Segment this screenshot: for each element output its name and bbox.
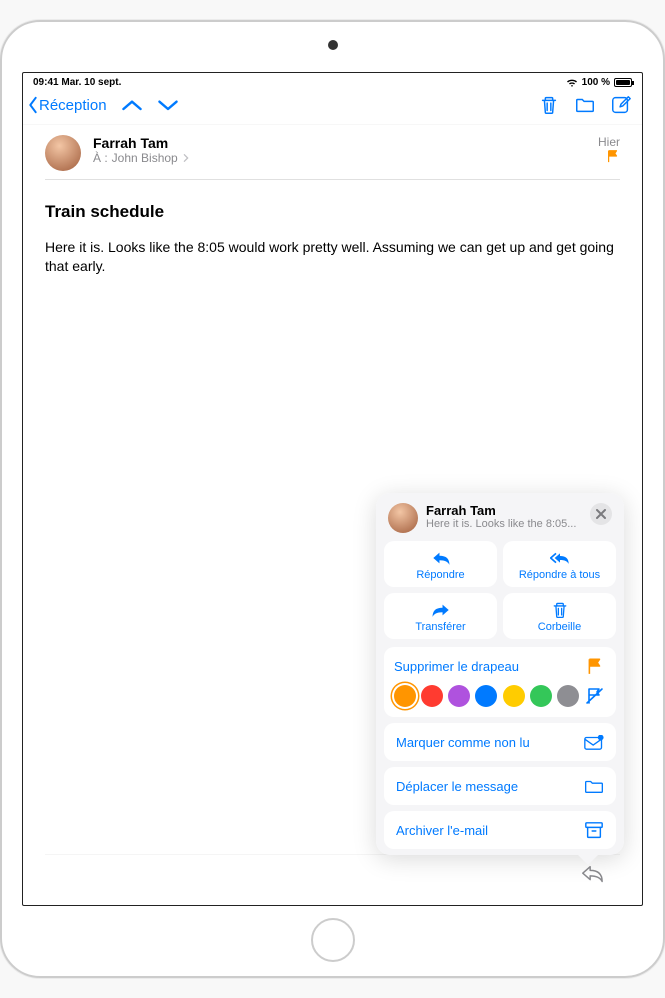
message-body: Here it is. Looks like the 8:05 would wo… — [45, 238, 620, 276]
flag-color-option[interactable] — [421, 685, 443, 707]
status-time: 09:41 — [33, 77, 59, 88]
chevron-left-icon — [27, 96, 39, 114]
flag-color-option[interactable] — [503, 685, 525, 707]
compose-icon — [610, 94, 632, 116]
reply-all-icon — [550, 549, 570, 567]
envelope-badge-icon — [584, 733, 604, 751]
forward-label: Transférer — [415, 621, 465, 633]
battery-icon — [614, 78, 632, 87]
next-message-button[interactable] — [157, 94, 179, 116]
delete-button[interactable] — [538, 94, 560, 116]
folder-icon — [584, 777, 604, 795]
remove-flag-button[interactable]: Supprimer le drapeau — [394, 657, 606, 675]
popup-sender-avatar — [388, 503, 418, 533]
prev-message-button[interactable] — [121, 94, 143, 116]
move-button[interactable] — [574, 94, 596, 116]
flag-color-option[interactable] — [448, 685, 470, 707]
forward-icon — [431, 601, 451, 619]
recipient-name: John Bishop — [112, 151, 178, 165]
back-button[interactable]: Réception — [27, 96, 107, 114]
message-header: Farrah Tam À : John Bishop Hier — [45, 135, 620, 180]
front-camera — [328, 40, 338, 50]
trash-button[interactable]: Corbeille — [503, 593, 616, 639]
reply-toolbar-button[interactable] — [580, 863, 604, 885]
message-subject: Train schedule — [45, 202, 620, 222]
mailbox-name: Réception — [39, 97, 107, 114]
trash-icon — [538, 94, 560, 116]
reply-label: Répondre — [416, 569, 464, 581]
battery-percent: 100 % — [582, 77, 610, 88]
message-flag-indicator — [598, 149, 620, 166]
sender-avatar[interactable] — [45, 135, 81, 171]
status-left: 09:41 Mar. 10 sept. — [33, 77, 121, 88]
flag-slash-icon — [585, 686, 605, 706]
flag-color-option[interactable] — [557, 685, 579, 707]
reply-all-label: Répondre à tous — [519, 569, 600, 581]
move-message-label: Déplacer le message — [396, 779, 518, 794]
archive-box-icon — [584, 821, 604, 839]
archive-button[interactable]: Archiver l'e-mail — [384, 811, 616, 849]
status-date: Mar. 10 sept. — [61, 77, 121, 88]
clear-flag-button[interactable] — [584, 685, 606, 707]
reply-actions-popup: Farrah Tam Here it is. Looks like the 8:… — [376, 493, 624, 855]
close-icon — [596, 509, 606, 519]
message-date: Hier — [598, 135, 620, 149]
forward-button[interactable]: Transférer — [384, 593, 497, 639]
flag-icon — [586, 657, 606, 675]
flag-row: Supprimer le drapeau — [384, 647, 616, 717]
folder-icon — [574, 94, 596, 116]
trash-label: Corbeille — [538, 621, 581, 633]
status-bar: 09:41 Mar. 10 sept. 100 % — [23, 73, 642, 88]
reply-all-button[interactable]: Répondre à tous — [503, 541, 616, 587]
home-button[interactable] — [311, 918, 355, 962]
status-right: 100 % — [566, 77, 632, 88]
reply-button[interactable]: Répondre — [384, 541, 497, 587]
recipient-line[interactable]: À : John Bishop — [93, 151, 586, 165]
mark-unread-label: Marquer comme non lu — [396, 735, 530, 750]
compose-button[interactable] — [610, 94, 632, 116]
flag-color-option[interactable] — [475, 685, 497, 707]
popup-close-button[interactable] — [590, 503, 612, 525]
move-message-button[interactable]: Déplacer le message — [384, 767, 616, 805]
archive-label: Archiver l'e-mail — [396, 823, 488, 838]
flag-icon — [606, 149, 620, 163]
trash-icon — [550, 601, 570, 619]
flag-color-option[interactable] — [530, 685, 552, 707]
wifi-icon — [566, 78, 578, 88]
sender-name[interactable]: Farrah Tam — [93, 135, 586, 151]
mail-toolbar: Réception — [23, 88, 642, 125]
popup-message-preview: Here it is. Looks like the 8:05... — [426, 518, 582, 530]
mark-unread-button[interactable]: Marquer comme non lu — [384, 723, 616, 761]
flag-color-picker — [394, 685, 606, 707]
popup-sender-name: Farrah Tam — [426, 503, 582, 518]
remove-flag-label: Supprimer le drapeau — [394, 659, 519, 674]
chevron-right-icon — [182, 153, 190, 163]
reply-icon — [431, 549, 451, 567]
reply-arrow-icon — [580, 863, 604, 883]
recipient-prefix: À : — [93, 151, 108, 165]
flag-color-option[interactable] — [394, 685, 416, 707]
